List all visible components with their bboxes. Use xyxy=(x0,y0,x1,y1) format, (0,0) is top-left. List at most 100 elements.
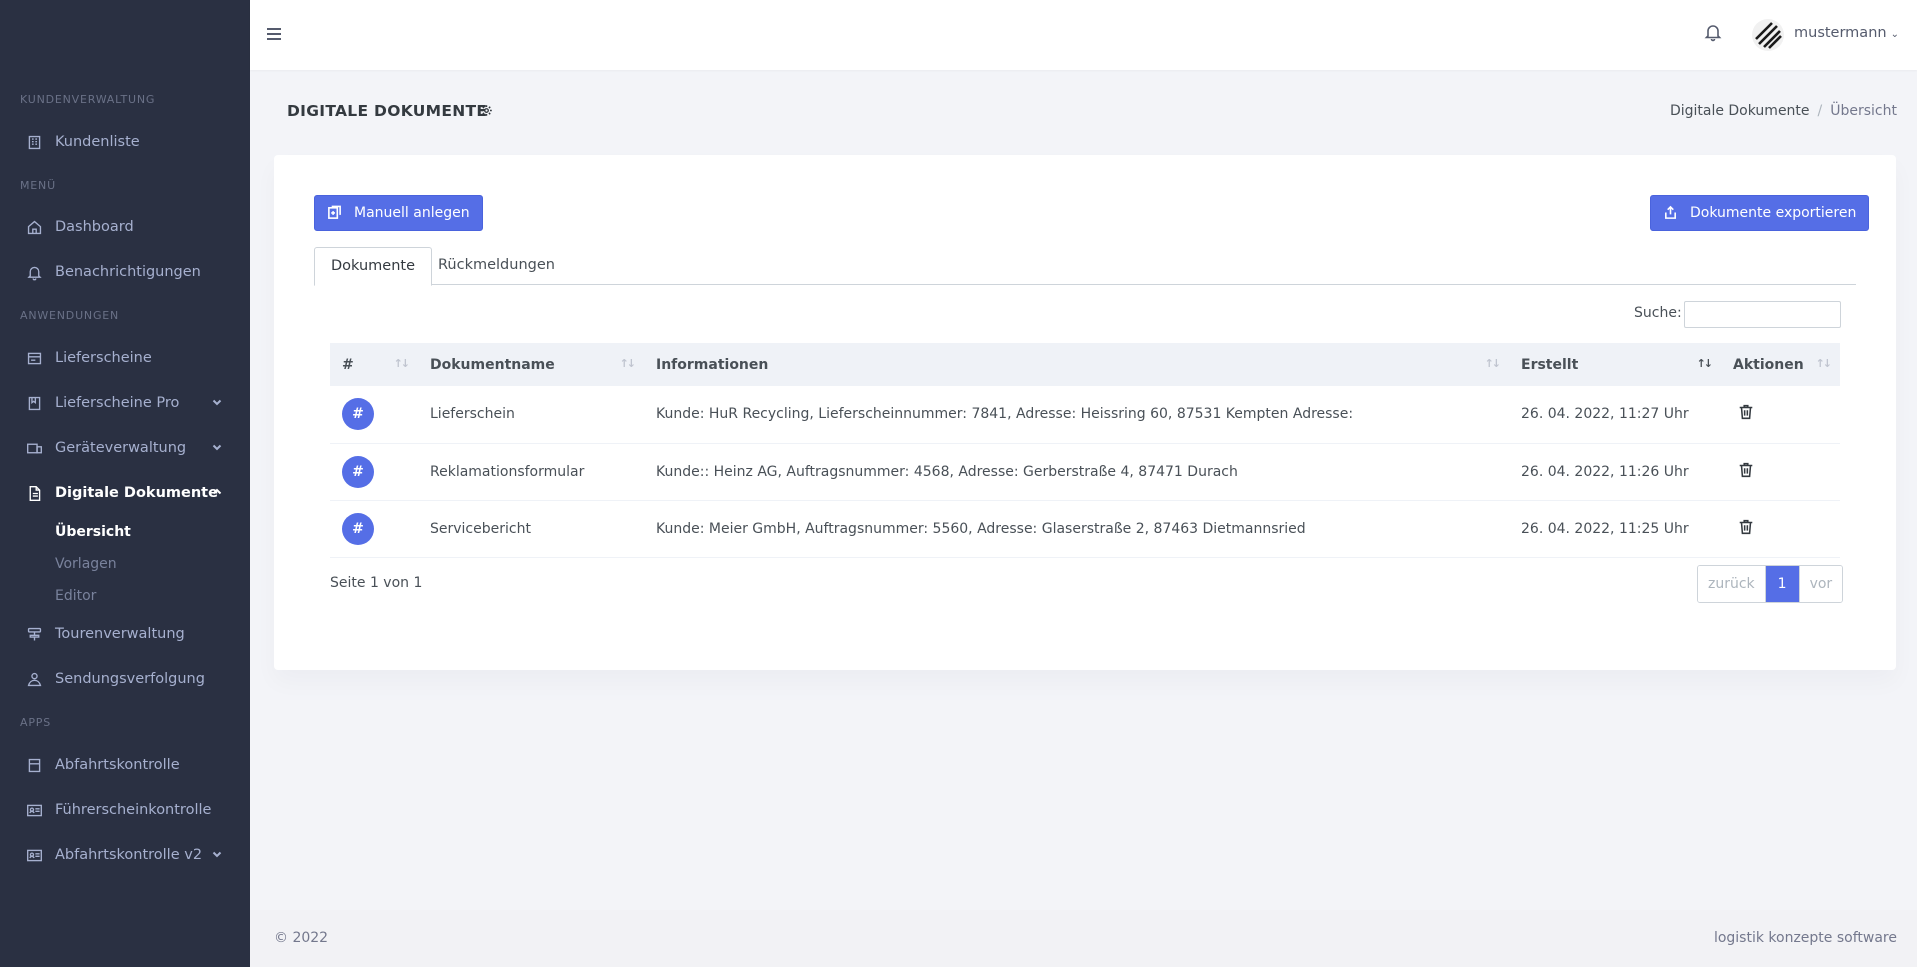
sidebar: KUNDENVERWALTUNG Kundenliste MENÜ Dashbo… xyxy=(0,0,250,967)
sidebar-item-lieferscheine-pro[interactable]: Lieferscheine Pro xyxy=(0,385,250,421)
table-row: # Reklamationsformular Kunde:: Heinz AG,… xyxy=(330,443,1840,500)
cell-name: Reklamationsformular xyxy=(430,463,585,480)
chevron-up-icon xyxy=(211,486,223,498)
sidebar-item-geraeteverwaltung[interactable]: Geräteverwaltung xyxy=(0,430,250,466)
menu-toggle-icon[interactable] xyxy=(267,25,285,43)
sidebar-item-label: Abfahrtskontrolle v2 xyxy=(55,847,203,863)
add-document-icon xyxy=(327,205,343,221)
sort-icon: ↑↓ xyxy=(619,357,637,370)
sidebar-item-label: Lieferscheine xyxy=(55,350,152,366)
document-badge[interactable]: # xyxy=(342,512,374,545)
document-badge[interactable]: # xyxy=(342,455,374,488)
cell-created: 26. 04. 2022, 11:25 Uhr xyxy=(1521,520,1689,537)
pagination: zurück 1 vor xyxy=(1697,565,1844,603)
building-icon xyxy=(25,133,43,151)
th-informationen[interactable]: Informationen ↑↓ xyxy=(644,343,1509,386)
sidebar-item-label: Benachrichtigungen xyxy=(55,264,201,280)
gear-icon[interactable] xyxy=(480,104,494,118)
page-title: DIGITALE DOKUMENTE xyxy=(287,102,488,120)
chevron-down-icon: ⌄ xyxy=(1890,29,1899,40)
breadcrumb-current: Übersicht xyxy=(1830,103,1897,119)
documents-table: # ↑↓ Dokumentname ↑↓ Informationen ↑↓ Erste… xyxy=(330,343,1840,558)
sidebar-item-fuehrerscheinkontrolle[interactable]: Führerscheinkontrolle xyxy=(0,792,250,828)
pagination-prev-button[interactable]: zurück xyxy=(1698,566,1766,602)
route-icon xyxy=(25,625,43,643)
sidebar-item-label: Führerscheinkontrolle xyxy=(55,802,212,818)
pagination-info: Seite 1 von 1 xyxy=(330,575,423,591)
sort-icon: ↑↓ xyxy=(1484,357,1502,370)
cell-created: 26. 04. 2022, 11:27 Uhr xyxy=(1521,406,1689,423)
sidebar-item-label: Lieferscheine Pro xyxy=(55,395,180,411)
table-header-row: # ↑↓ Dokumentname ↑↓ Informationen ↑↓ Erste… xyxy=(330,343,1840,386)
document-icon xyxy=(25,394,43,412)
sidebar-item-sendungsverfolgung[interactable]: Sendungsverfolgung xyxy=(0,661,250,697)
sidebar-item-label: Abfahrtskontrolle xyxy=(55,757,180,773)
sidebar-item-tourenverwaltung[interactable]: Tourenverwaltung xyxy=(0,616,250,652)
footer-copyright: © 2022 xyxy=(274,930,329,946)
tab-rueckmeldungen[interactable]: Rückmeldungen xyxy=(422,247,571,286)
section-apps: APPS xyxy=(20,716,51,729)
sidebar-item-label: Geräteverwaltung xyxy=(55,440,187,456)
sidebar-item-label: Digitale Dokumente xyxy=(55,485,218,501)
avatar[interactable] xyxy=(1752,19,1784,51)
tracking-icon xyxy=(25,670,43,688)
search-input[interactable] xyxy=(1684,301,1841,328)
breadcrumb: Digitale Dokumente / Übersicht xyxy=(1669,103,1897,119)
sidebar-subitem-editor[interactable]: Editor xyxy=(0,582,250,610)
checklist-icon xyxy=(25,756,43,774)
tab-dokumente[interactable]: Dokumente xyxy=(314,247,433,286)
footer-brand: logistik konzepte software xyxy=(1713,930,1897,946)
th-aktionen[interactable]: Aktionen ↑↓ xyxy=(1721,343,1840,386)
home-icon xyxy=(25,218,43,236)
id-card-icon xyxy=(25,846,43,864)
bell-icon xyxy=(25,263,43,281)
sidebar-item-dashboard[interactable]: Dashboard xyxy=(0,209,250,245)
cell-name: Servicebericht xyxy=(430,520,531,537)
cell-info: Kunde: Meier GmbH, Auftragsnummer: 5560,… xyxy=(656,520,1306,537)
th-dokumentname[interactable]: Dokumentname ↑↓ xyxy=(418,343,644,386)
id-card-icon xyxy=(25,801,43,819)
chevron-down-icon xyxy=(211,441,223,453)
section-menu: MENÜ xyxy=(20,179,56,192)
sidebar-item-benachrichtigungen[interactable]: Benachrichtigungen xyxy=(0,254,250,290)
sidebar-item-label: Sendungsverfolgung xyxy=(55,671,205,687)
document-badge[interactable]: # xyxy=(342,398,374,431)
export-icon xyxy=(1663,205,1679,221)
documents-card: Manuell anlegen Dokumente exportieren Do… xyxy=(274,155,1896,670)
sidebar-item-abfahrtskontrolle[interactable]: Abfahrtskontrolle xyxy=(0,747,250,783)
chevron-down-icon xyxy=(211,848,223,860)
cell-info: Kunde:: Heinz AG, Auftragsnummer: 4568, … xyxy=(656,463,1238,480)
username-label: mustermann xyxy=(1794,25,1887,41)
sort-icon: ↑↓ xyxy=(393,357,411,370)
topbar: mustermann ⌄ xyxy=(250,0,1917,70)
trash-icon[interactable] xyxy=(1737,518,1757,538)
trash-icon[interactable] xyxy=(1737,403,1757,423)
file-text-icon xyxy=(25,484,43,502)
pagination-page-button[interactable]: 1 xyxy=(1765,566,1799,602)
sort-desc-icon: ↑↓ xyxy=(1696,357,1714,370)
sidebar-subitem-uebersicht[interactable]: Übersicht xyxy=(0,518,250,546)
sidebar-item-kundenliste[interactable]: Kundenliste xyxy=(0,124,250,160)
button-label: Dokumente exportieren xyxy=(1690,205,1857,221)
sidebar-item-digitale-dokumente[interactable]: Digitale Dokumente xyxy=(0,475,250,511)
sidebar-item-abfahrtskontrolle-v2[interactable]: Abfahrtskontrolle v2 xyxy=(0,837,250,873)
notifications-bell-icon[interactable] xyxy=(1703,22,1725,44)
section-anwendungen: ANWENDUNGEN xyxy=(20,309,120,322)
sidebar-subitem-vorlagen[interactable]: Vorlagen xyxy=(0,550,250,578)
dokumente-exportieren-button[interactable]: Dokumente exportieren xyxy=(1650,195,1870,231)
pagination-next-button[interactable]: vor xyxy=(1798,566,1843,602)
sidebar-item-label: Dashboard xyxy=(55,219,134,235)
th-index[interactable]: # ↑↓ xyxy=(330,343,418,386)
manuell-anlegen-button[interactable]: Manuell anlegen xyxy=(314,195,483,231)
receipt-icon xyxy=(25,349,43,367)
sidebar-item-label: Tourenverwaltung xyxy=(55,626,185,642)
th-erstellt[interactable]: Erstellt ↑↓ xyxy=(1509,343,1721,386)
table-row: # Lieferschein Kunde: HuR Recycling, Lie… xyxy=(330,386,1840,443)
breadcrumb-link[interactable]: Digitale Dokumente xyxy=(1670,103,1810,119)
user-menu[interactable]: mustermann ⌄ xyxy=(1794,25,1899,41)
section-kundenverwaltung: KUNDENVERWALTUNG xyxy=(20,93,156,106)
trash-icon[interactable] xyxy=(1737,461,1757,481)
table-row: # Servicebericht Kunde: Meier GmbH, Auft… xyxy=(330,500,1840,557)
tabs: Dokumente Rückmeldungen xyxy=(314,247,1856,286)
sidebar-item-lieferscheine[interactable]: Lieferscheine xyxy=(0,340,250,376)
